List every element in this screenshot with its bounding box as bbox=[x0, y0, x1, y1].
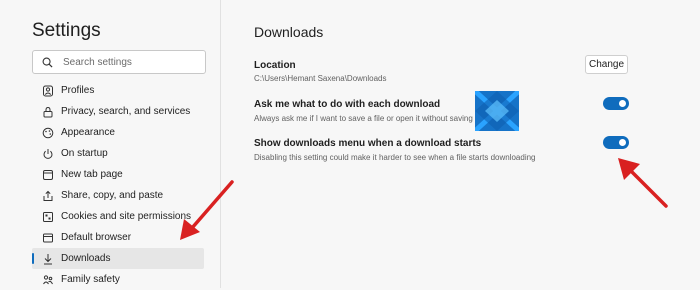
page-title: Downloads bbox=[254, 24, 324, 40]
family-icon bbox=[42, 274, 54, 286]
arrow-to-toggle-icon bbox=[618, 158, 668, 208]
sidebar-title: Settings bbox=[32, 20, 101, 41]
sidebar-item-label: Family safety bbox=[61, 274, 120, 285]
sidebar-item-label: Profiles bbox=[61, 85, 95, 96]
sidebar-item-family-safety[interactable]: Family safety bbox=[32, 269, 204, 290]
profile-icon bbox=[42, 85, 54, 97]
ask-download-subtitle: Always ask me if I want to save a file o… bbox=[254, 114, 473, 123]
sidebar-item-downloads[interactable]: Downloads bbox=[32, 248, 204, 269]
windows-logo-icon bbox=[475, 91, 519, 131]
sidebar-item-privacy[interactable]: Privacy, search, and services bbox=[32, 101, 204, 122]
sidebar-item-appearance[interactable]: Appearance bbox=[32, 122, 204, 143]
change-location-button[interactable]: Change bbox=[585, 55, 628, 74]
cookies-icon bbox=[42, 211, 54, 223]
browser-icon bbox=[42, 232, 54, 244]
sidebar-item-label: Appearance bbox=[61, 127, 115, 138]
location-title: Location bbox=[254, 60, 296, 71]
search-icon bbox=[42, 57, 53, 68]
sidebar-item-label: Default browser bbox=[61, 232, 132, 243]
ask-download-title: Ask me what to do with each download bbox=[254, 99, 441, 110]
location-path: C:\Users\Hemant Saxena\Downloads bbox=[254, 74, 387, 83]
arrow-to-downloads-icon bbox=[180, 180, 234, 240]
ask-download-toggle[interactable] bbox=[603, 97, 629, 110]
appearance-icon bbox=[42, 127, 54, 139]
lock-icon bbox=[42, 106, 54, 118]
sidebar-item-label: New tab page bbox=[61, 169, 123, 180]
sidebar-item-profiles[interactable]: Profiles bbox=[32, 80, 204, 101]
new-tab-icon bbox=[42, 169, 54, 181]
search-box[interactable] bbox=[32, 50, 206, 74]
search-input[interactable] bbox=[61, 55, 195, 69]
sidebar-item-label: On startup bbox=[61, 148, 108, 159]
show-menu-title: Show downloads menu when a download star… bbox=[254, 138, 482, 149]
show-menu-subtitle: Disabling this setting could make it har… bbox=[254, 153, 536, 162]
power-icon bbox=[42, 148, 54, 160]
show-menu-toggle[interactable] bbox=[603, 136, 629, 149]
download-icon bbox=[42, 253, 54, 265]
share-icon bbox=[42, 190, 54, 202]
sidebar-item-label: Share, copy, and paste bbox=[61, 190, 164, 201]
sidebar-item-label: Downloads bbox=[61, 253, 111, 264]
sidebar-item-on-startup[interactable]: On startup bbox=[32, 143, 204, 164]
sidebar-item-label: Privacy, search, and services bbox=[61, 106, 191, 117]
